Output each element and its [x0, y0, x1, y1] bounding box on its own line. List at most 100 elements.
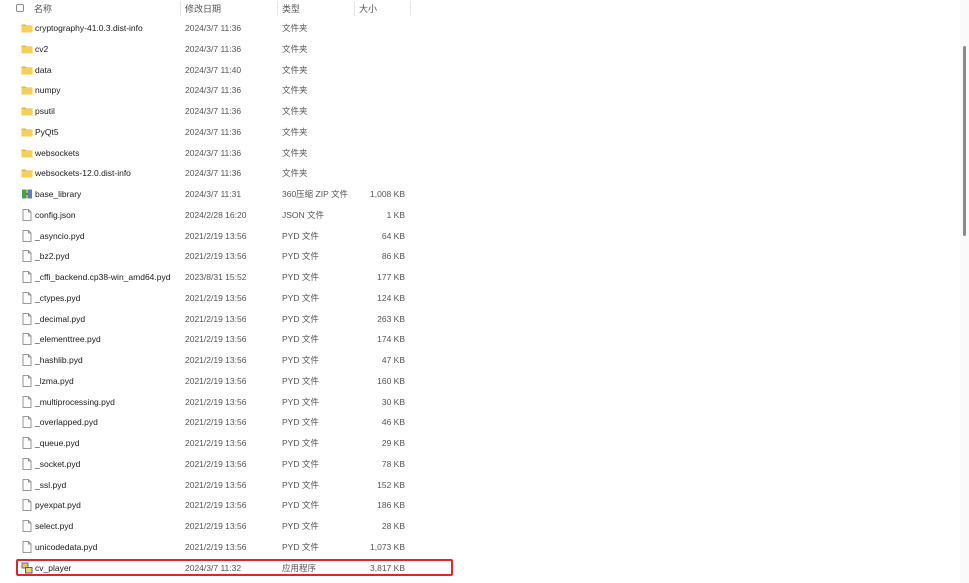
- file-row[interactable]: pyexpat.pyd 2021/2/19 13:56 PYD 文件 186 KB: [0, 495, 960, 516]
- file-size: 78 KB: [381, 458, 405, 469]
- vertical-scrollbar[interactable]: [960, 0, 969, 583]
- column-header-type[interactable]: 类型: [282, 0, 300, 18]
- file-row[interactable]: select.pyd 2021/2/19 13:56 PYD 文件 28 KB: [0, 516, 960, 537]
- file-size: 47 KB: [381, 355, 405, 365]
- file-modified-date: 2021/2/19 13:56: [185, 375, 247, 386]
- file-type: 文件夹: [282, 43, 308, 54]
- file-icon: [21, 374, 33, 387]
- file-modified-date: 2024/3/7 11:36: [185, 106, 242, 116]
- file-row[interactable]: websockets 2024/3/7 11:36 文件夹: [0, 143, 960, 164]
- file-icon: [21, 457, 33, 470]
- file-name: _asyncio.pyd: [35, 230, 85, 241]
- file-icon: [21, 250, 33, 263]
- folder-icon: [21, 126, 33, 138]
- column-divider[interactable]: [180, 1, 181, 16]
- file-size: [330, 80, 405, 101]
- file-name: _multiprocessing.pyd: [35, 396, 115, 407]
- file-row[interactable]: cryptography-41.0.3.dist-info 2024/3/7 11…: [0, 18, 960, 39]
- file-row[interactable]: _overlapped.pyd 2021/2/19 13:56 PYD 文件 46 K…: [0, 412, 960, 433]
- file-type: PYD 文件: [282, 396, 319, 407]
- file-type: PYD 文件: [282, 521, 319, 531]
- file-row[interactable]: psutil 2024/3/7 11:36 文件夹: [0, 101, 960, 122]
- file-row[interactable]: _socket.pyd 2021/2/19 13:56 PYD 文件 78 KB: [0, 454, 960, 475]
- file-type: 应用程序: [282, 562, 317, 573]
- file-row-highlighted[interactable]: cv_player 2024/3/7 11:32 应用程序 3,817 KB: [0, 558, 960, 579]
- file-row[interactable]: cv2 2024/3/7 11:36 文件夹: [0, 39, 960, 60]
- file-row[interactable]: _queue.pyd 2021/2/19 13:56 PYD 文件 29 KB: [0, 433, 960, 454]
- scrollbar-thumb[interactable]: [963, 46, 966, 236]
- file-size: 3,817 KB: [370, 562, 405, 573]
- file-row[interactable]: _cffi_backend.cp38-win_amd64.pyd 2023/8/3…: [0, 267, 960, 288]
- file-name: pyexpat.pyd: [35, 500, 81, 511]
- folder-icon: [21, 167, 33, 179]
- file-size: 86 KB: [381, 251, 405, 262]
- column-divider[interactable]: [277, 1, 278, 16]
- file-row[interactable]: data 2024/3/7 11:40 文件夹: [0, 60, 960, 81]
- file-row[interactable]: _ssl.pyd 2021/2/19 13:56 PYD 文件 152 KB: [0, 475, 960, 496]
- folder-icon: [21, 147, 33, 159]
- column-header-bar: 名称 修改日期 类型 ^ 大小: [0, 0, 960, 18]
- folder-icon: [21, 105, 33, 117]
- file-type: PYD 文件: [282, 541, 319, 552]
- file-name: _elementtree.pyd: [35, 334, 101, 345]
- file-type: PYD 文件: [282, 479, 319, 490]
- column-header-name[interactable]: 名称: [34, 0, 52, 18]
- file-row[interactable]: _hashlib.pyd 2021/2/19 13:56 PYD 文件 47 KB: [0, 350, 960, 371]
- file-icon: [21, 416, 33, 429]
- file-modified-date: 2024/3/7 11:36: [185, 23, 242, 33]
- file-type: PYD 文件: [282, 292, 319, 303]
- file-name: _cffi_backend.cp38-win_amd64.pyd: [35, 272, 171, 282]
- file-size: 1 KB: [386, 209, 405, 220]
- file-modified-date: 2021/2/19 13:56: [185, 438, 247, 448]
- file-size: 124 KB: [377, 292, 405, 303]
- file-size: [330, 18, 405, 39]
- file-row[interactable]: base_library 2024/3/7 11:31 360压缩 ZIP 文件 1,…: [0, 184, 960, 205]
- file-modified-date: 2024/3/7 11:36: [185, 43, 242, 54]
- column-header-size[interactable]: 大小: [359, 0, 377, 18]
- column-divider[interactable]: [410, 1, 411, 16]
- file-row[interactable]: _ctypes.pyd 2021/2/19 13:56 PYD 文件 124 KB: [0, 288, 960, 309]
- file-type: PYD 文件: [282, 230, 319, 241]
- file-row[interactable]: _multiprocessing.pyd 2021/2/19 13:56 PYD 文…: [0, 392, 960, 413]
- file-name: numpy: [35, 85, 61, 96]
- file-icon: [21, 271, 33, 283]
- file-size: 174 KB: [377, 334, 405, 345]
- file-name: select.pyd: [35, 521, 74, 531]
- file-size: 177 KB: [377, 272, 405, 282]
- file-name: _bz2.pyd: [35, 251, 70, 262]
- column-divider[interactable]: [354, 1, 355, 16]
- column-header-date[interactable]: 修改日期: [185, 0, 221, 18]
- file-name: psutil: [35, 106, 55, 116]
- file-modified-date: 2024/3/7 11:36: [185, 147, 242, 158]
- file-row[interactable]: _decimal.pyd 2021/2/19 13:56 PYD 文件 263 KB: [0, 309, 960, 330]
- file-name: websockets-12.0.dist-info: [35, 168, 131, 179]
- file-name: config.json: [35, 209, 76, 220]
- file-size: 160 KB: [377, 375, 405, 386]
- file-row[interactable]: _elementtree.pyd 2021/2/19 13:56 PYD 文件 174…: [0, 329, 960, 350]
- file-icon: [21, 499, 33, 512]
- file-row[interactable]: PyQt5 2024/3/7 11:36 文件夹: [0, 122, 960, 143]
- folder-icon: [21, 22, 33, 34]
- select-all-checkbox[interactable]: [16, 4, 24, 12]
- file-type: PYD 文件: [282, 313, 319, 324]
- file-modified-date: 2021/2/19 13:56: [185, 313, 247, 324]
- file-modified-date: 2024/3/7 11:36: [185, 126, 242, 137]
- file-name: PyQt5: [35, 126, 59, 137]
- file-row[interactable]: _bz2.pyd 2021/2/19 13:56 PYD 文件 86 KB: [0, 246, 960, 267]
- folder-icon: [21, 64, 33, 76]
- file-row[interactable]: unicodedata.pyd 2021/2/19 13:56 PYD 文件 1,07…: [0, 537, 960, 558]
- file-type: 文件夹: [282, 168, 308, 179]
- file-row[interactable]: _asyncio.pyd 2021/2/19 13:56 PYD 文件 64 KB: [0, 226, 960, 247]
- file-size: 29 KB: [381, 438, 405, 448]
- file-row[interactable]: _lzma.pyd 2021/2/19 13:56 PYD 文件 160 KB: [0, 371, 960, 392]
- file-size: 1,008 KB: [370, 189, 405, 199]
- file-name: cv2: [35, 43, 49, 54]
- file-modified-date: 2021/2/19 13:56: [185, 396, 247, 407]
- file-icon: [21, 354, 33, 366]
- file-row[interactable]: numpy 2024/3/7 11:36 文件夹: [0, 80, 960, 101]
- file-icon: [21, 478, 33, 491]
- file-row[interactable]: websockets-12.0.dist-info 2024/3/7 11:36 文…: [0, 163, 960, 184]
- file-row[interactable]: config.json 2024/2/28 16:20 JSON 文件 1 KB: [0, 205, 960, 226]
- file-size: [330, 122, 405, 143]
- file-size: 263 KB: [377, 313, 405, 324]
